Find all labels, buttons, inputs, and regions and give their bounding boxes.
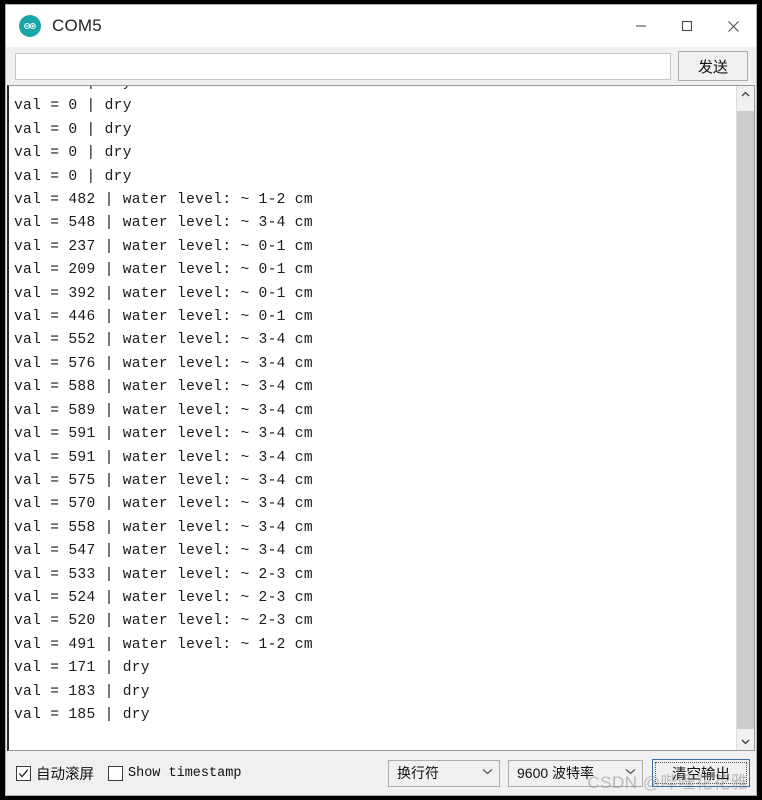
log-line: val = 209 | water level: ~ 0-1 cm bbox=[14, 262, 313, 279]
show-timestamp-label: Show timestamp bbox=[128, 765, 242, 781]
autoscroll-label: 自动滚屏 bbox=[36, 766, 94, 783]
log-line: val = 183 | dry bbox=[14, 683, 150, 700]
log-line: val = 171 | dry bbox=[14, 660, 150, 677]
log-line: val = 185 | dry bbox=[14, 706, 150, 723]
log-line: val = 570 | water level: ~ 3-4 cm bbox=[14, 496, 313, 513]
console-scrollbar[interactable] bbox=[736, 86, 754, 750]
log-line: val = 0 | dry bbox=[14, 168, 132, 185]
log-lines: val = 0 | dry val = 0 | dry val = 0 | dry v… bbox=[14, 86, 736, 727]
close-button[interactable] bbox=[710, 5, 756, 47]
scrollbar-thumb[interactable] bbox=[737, 111, 754, 729]
checkbox-box-unchecked bbox=[108, 765, 123, 781]
log-line: val = 548 | water level: ~ 3-4 cm bbox=[14, 215, 313, 232]
log-line: val = 0 | dry bbox=[14, 86, 736, 95]
newline-value: 换行符 bbox=[397, 765, 439, 781]
console-output[interactable]: val = 0 | dry val = 0 | dry val = 0 | dry v… bbox=[9, 86, 736, 750]
serial-monitor-window: COM5 发送 val = 0 | dry val = 0 | dry val = … bbox=[5, 4, 757, 796]
scroll-down-arrow[interactable] bbox=[737, 733, 754, 750]
scroll-up-arrow[interactable] bbox=[737, 86, 754, 103]
window-controls bbox=[618, 5, 756, 47]
log-line: val = 520 | water level: ~ 2-3 cm bbox=[14, 613, 313, 630]
send-row: 发送 bbox=[6, 47, 756, 85]
autoscroll-checkbox[interactable]: 自动滚屏 bbox=[16, 763, 94, 784]
log-line: val = 591 | water level: ~ 3-4 cm bbox=[14, 426, 313, 443]
log-line: val = 552 | water level: ~ 3-4 cm bbox=[14, 332, 313, 349]
log-line: val = 446 | water level: ~ 0-1 cm bbox=[14, 309, 313, 326]
clear-output-label: 清空输出 bbox=[655, 762, 747, 784]
log-line: val = 0 | dry bbox=[14, 121, 132, 138]
send-button[interactable]: 发送 bbox=[678, 51, 748, 81]
log-line: val = 533 | water level: ~ 2-3 cm bbox=[14, 566, 313, 583]
status-controls: 换行符 9600 波特率 清空输出 bbox=[380, 759, 750, 787]
show-timestamp-checkbox[interactable]: Show timestamp bbox=[108, 765, 242, 781]
title-bar: COM5 bbox=[6, 5, 756, 47]
log-line: val = 524 | water level: ~ 2-3 cm bbox=[14, 589, 313, 606]
log-line: val = 576 | water level: ~ 3-4 cm bbox=[14, 355, 313, 372]
console-area: val = 0 | dry val = 0 | dry val = 0 | dry v… bbox=[7, 85, 755, 751]
log-line: val = 575 | water level: ~ 3-4 cm bbox=[14, 472, 313, 489]
log-line: val = 0 | dry bbox=[14, 98, 132, 115]
log-line: val = 491 | water level: ~ 1-2 cm bbox=[14, 636, 313, 653]
chevron-down-icon bbox=[482, 768, 493, 778]
baud-rate-value: 9600 波特率 bbox=[517, 765, 595, 781]
baud-rate-dropdown[interactable]: 9600 波特率 bbox=[508, 759, 643, 787]
newline-dropdown[interactable]: 换行符 bbox=[388, 759, 500, 787]
arduino-infinity-icon bbox=[19, 15, 41, 37]
log-line: val = 588 | water level: ~ 3-4 cm bbox=[14, 379, 313, 396]
log-line: val = 237 | water level: ~ 0-1 cm bbox=[14, 238, 313, 255]
window-title: COM5 bbox=[52, 16, 102, 35]
log-line: val = 392 | water level: ~ 0-1 cm bbox=[14, 285, 313, 302]
status-bar: 自动滚屏 Show timestamp 换行符 9600 波特率 清空输出 CS… bbox=[6, 751, 756, 795]
checkbox-group: 自动滚屏 Show timestamp bbox=[16, 763, 255, 784]
log-line: val = 589 | water level: ~ 3-4 cm bbox=[14, 402, 313, 419]
log-line: val = 482 | water level: ~ 1-2 cm bbox=[14, 192, 313, 209]
log-line: val = 0 | dry bbox=[14, 145, 132, 162]
log-line: val = 558 | water level: ~ 3-4 cm bbox=[14, 519, 313, 536]
log-line: val = 591 | water level: ~ 3-4 cm bbox=[14, 449, 313, 466]
scrollbar-track[interactable] bbox=[737, 103, 754, 733]
maximize-button[interactable] bbox=[664, 5, 710, 47]
clear-output-button[interactable]: 清空输出 bbox=[652, 759, 750, 787]
chevron-down-icon bbox=[625, 768, 636, 778]
minimize-button[interactable] bbox=[618, 5, 664, 47]
send-input[interactable] bbox=[15, 52, 671, 80]
log-line: val = 547 | water level: ~ 3-4 cm bbox=[14, 543, 313, 560]
checkbox-box-checked bbox=[16, 765, 31, 781]
